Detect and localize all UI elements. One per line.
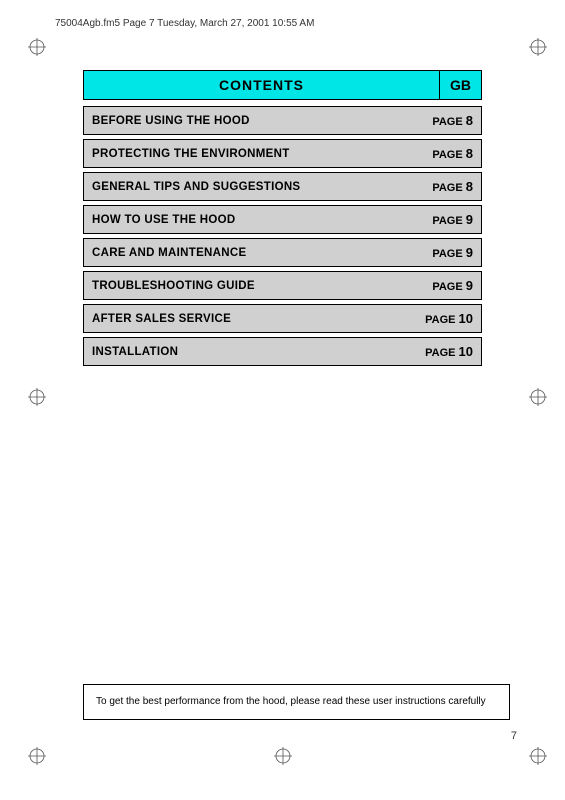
- toc-row: TROUBLESHOOTING GUIDEPAGE 9: [83, 271, 482, 300]
- page-number: 7: [511, 730, 517, 742]
- toc-page-number: 9: [466, 278, 473, 293]
- contents-title: CONTENTS: [83, 70, 440, 100]
- toc-row: HOW TO USE THE HOODPAGE 9: [83, 205, 482, 234]
- toc-row-page: PAGE 10: [416, 338, 481, 365]
- toc-row-page: PAGE 9: [416, 239, 481, 266]
- toc-row-label: TROUBLESHOOTING GUIDE: [84, 274, 416, 298]
- bottom-note: To get the best performance from the hoo…: [83, 684, 510, 720]
- toc-page-number: 8: [466, 179, 473, 194]
- page: 75004Agb.fm5 Page 7 Tuesday, March 27, 2…: [0, 0, 565, 800]
- toc-row-page: PAGE 10: [416, 305, 481, 332]
- toc-row: INSTALLATIONPAGE 10: [83, 337, 482, 366]
- toc-page-number: 9: [466, 245, 473, 260]
- crosshair-mid-left: [28, 388, 46, 406]
- toc-page-number: 10: [459, 344, 473, 359]
- header-filename: 75004Agb.fm5 Page 7 Tuesday, March 27, 2…: [55, 18, 314, 29]
- toc-row-label: INSTALLATION: [84, 340, 416, 364]
- toc-row-label: HOW TO USE THE HOOD: [84, 208, 416, 232]
- contents-title-row: CONTENTS GB: [83, 70, 482, 100]
- crosshair-mid-right: [529, 388, 547, 406]
- contents-gb-label: GB: [440, 70, 482, 100]
- toc-row-label: GENERAL TIPS AND SUGGESTIONS: [84, 175, 416, 199]
- crosshair-bottom-left: [28, 747, 46, 765]
- toc-page-number: 10: [459, 311, 473, 326]
- toc-row: CARE AND MAINTENANCEPAGE 9: [83, 238, 482, 267]
- toc-row: AFTER SALES SERVICEPAGE 10: [83, 304, 482, 333]
- crosshair-top-left: [28, 38, 46, 56]
- toc-row-page: PAGE 8: [416, 107, 481, 134]
- toc-row-page: PAGE 8: [416, 173, 481, 200]
- toc-page-number: 8: [466, 146, 473, 161]
- toc-row-label: AFTER SALES SERVICE: [84, 307, 416, 331]
- toc-row: GENERAL TIPS AND SUGGESTIONSPAGE 8: [83, 172, 482, 201]
- toc-row: PROTECTING THE ENVIRONMENTPAGE 8: [83, 139, 482, 168]
- toc-row-label: CARE AND MAINTENANCE: [84, 241, 416, 265]
- toc-row-page: PAGE 9: [416, 272, 481, 299]
- toc-row-page: PAGE 9: [416, 206, 481, 233]
- crosshair-bottom-center: [274, 747, 292, 765]
- toc-page-number: 8: [466, 113, 473, 128]
- toc-row-label: PROTECTING THE ENVIRONMENT: [84, 142, 416, 166]
- toc-row-label: BEFORE USING THE HOOD: [84, 109, 416, 133]
- toc-page-number: 9: [466, 212, 473, 227]
- toc-container: BEFORE USING THE HOODPAGE 8PROTECTING TH…: [83, 106, 482, 366]
- header-bar: 75004Agb.fm5 Page 7 Tuesday, March 27, 2…: [55, 18, 535, 29]
- content-area: CONTENTS GB BEFORE USING THE HOODPAGE 8P…: [83, 70, 482, 370]
- crosshair-top-right: [529, 38, 547, 56]
- bottom-note-text: To get the best performance from the hoo…: [96, 696, 486, 707]
- crosshair-bottom-right: [529, 747, 547, 765]
- toc-row: BEFORE USING THE HOODPAGE 8: [83, 106, 482, 135]
- toc-row-page: PAGE 8: [416, 140, 481, 167]
